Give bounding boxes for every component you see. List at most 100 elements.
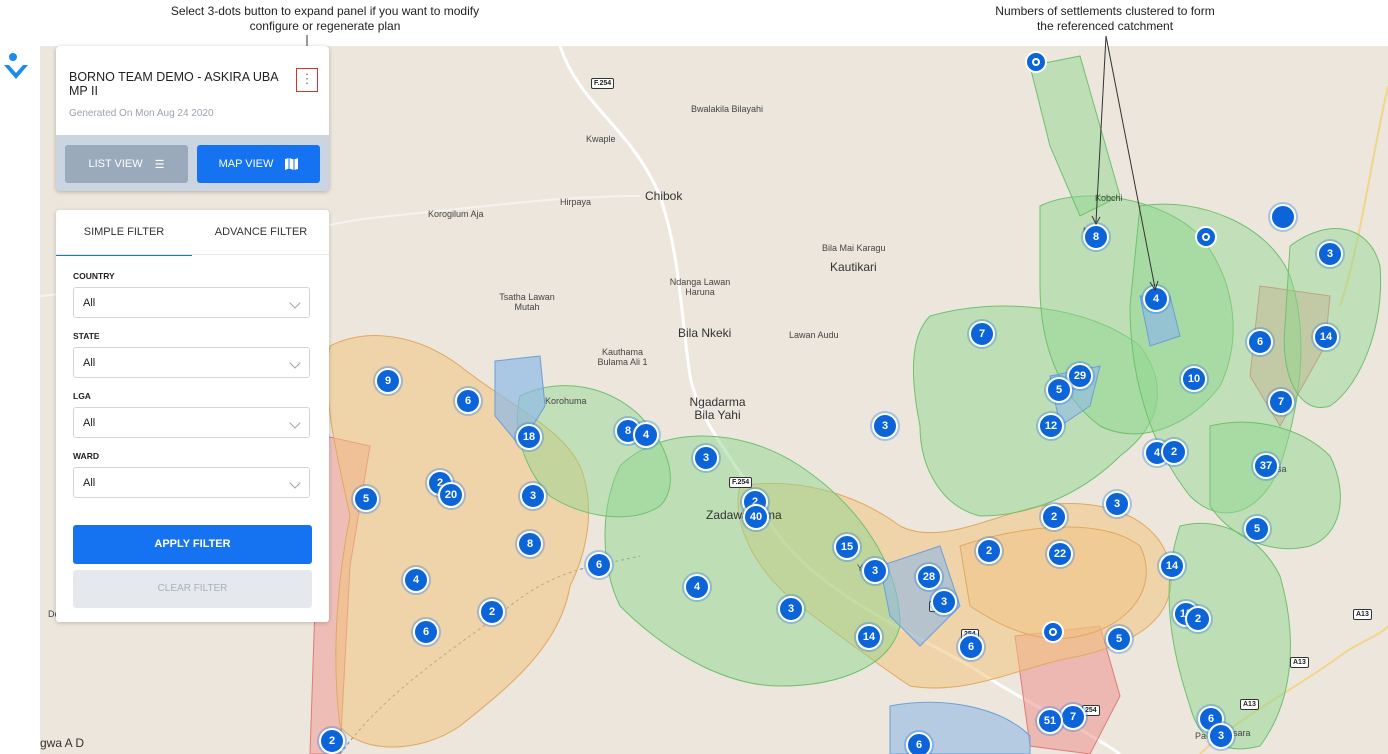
- chevron-down-icon: [289, 297, 301, 309]
- apply-filter-button[interactable]: APPLY FILTER: [73, 525, 312, 564]
- clear-filter-button[interactable]: CLEAR FILTER: [73, 570, 312, 608]
- cluster-marker[interactable]: 3: [1208, 723, 1234, 749]
- map-icon: [285, 158, 299, 170]
- lga-label: LGA: [73, 391, 91, 401]
- cluster-marker[interactable]: 5: [1106, 626, 1132, 652]
- cluster-marker[interactable]: 2: [976, 538, 1002, 564]
- cluster-marker[interactable]: 6: [413, 619, 439, 645]
- cluster-marker[interactable]: 6: [958, 634, 984, 660]
- place-label: Pa: [1195, 731, 1207, 741]
- map-view-button[interactable]: MAP VIEW: [197, 145, 320, 183]
- lga-value: All: [83, 417, 96, 429]
- place-label: Chibok: [645, 189, 683, 203]
- cluster-marker[interactable]: 3: [862, 558, 888, 584]
- plan-panel: BORNO TEAM DEMO - ASKIRA UBA MP II Gener…: [56, 46, 329, 191]
- cluster-marker[interactable]: 5: [353, 486, 379, 512]
- location-pin-icon[interactable]: [1195, 226, 1217, 248]
- cluster-marker[interactable]: 40: [743, 504, 769, 530]
- cluster-marker[interactable]: 7: [1060, 704, 1086, 730]
- cluster-marker[interactable]: 3: [520, 483, 546, 509]
- place-label: Korogilum Aja: [428, 209, 484, 219]
- app-logo-icon: [4, 53, 28, 79]
- place-label: Kautikari: [830, 260, 877, 274]
- chevron-down-icon: [289, 357, 301, 369]
- place-label: Lawan Audu: [789, 330, 839, 340]
- lga-select[interactable]: All: [73, 407, 310, 438]
- cluster-marker[interactable]: 7: [1268, 389, 1294, 415]
- cluster-marker[interactable]: 2: [479, 599, 505, 625]
- cluster-marker[interactable]: 4: [633, 422, 659, 448]
- cluster-marker[interactable]: 6: [586, 552, 612, 578]
- cluster-marker[interactable]: 6: [455, 388, 481, 414]
- state-value: All: [83, 357, 96, 369]
- ward-select[interactable]: All: [73, 467, 310, 498]
- cluster-marker[interactable]: 3: [693, 445, 719, 471]
- place-label: Bila Nkeki: [678, 326, 732, 340]
- list-view-label: LIST VIEW: [88, 158, 143, 170]
- state-select[interactable]: All: [73, 347, 310, 378]
- place-label: gwa A D: [40, 736, 85, 750]
- tab-simple-filter[interactable]: SIMPLE FILTER: [56, 210, 192, 256]
- cluster-marker[interactable]: 14: [856, 624, 882, 650]
- cluster-marker[interactable]: 8: [517, 531, 543, 557]
- cluster-marker[interactable]: 15: [834, 534, 860, 560]
- plan-generated-date: Generated On Mon Aug 24 2020: [69, 108, 214, 119]
- cluster-marker[interactable]: 9: [375, 368, 401, 394]
- cluster-marker[interactable]: 3: [1104, 491, 1130, 517]
- cluster-marker[interactable]: 14: [1159, 553, 1185, 579]
- cluster-marker[interactable]: 6: [1247, 329, 1273, 355]
- place-label: Kauthama Bulama Ali 1: [597, 347, 648, 367]
- cluster-marker[interactable]: 6: [906, 732, 932, 754]
- country-select[interactable]: All: [73, 287, 310, 318]
- place-label: Bwalakila Bilayahi: [691, 104, 764, 114]
- cluster-marker[interactable]: 4: [403, 567, 429, 593]
- cluster-marker[interactable]: 3: [778, 596, 804, 622]
- list-view-button[interactable]: LIST VIEW ☰: [65, 145, 188, 183]
- country-label: COUNTRY: [73, 271, 115, 281]
- place-label: sara: [1233, 728, 1251, 738]
- place-label: Tsatha Lawan Mutah: [499, 292, 555, 312]
- cluster-marker[interactable]: 4: [684, 574, 710, 600]
- cluster-marker[interactable]: 5: [1046, 377, 1072, 403]
- plan-title: BORNO TEAM DEMO - ASKIRA UBA MP II: [69, 70, 278, 98]
- road-label: A13: [1240, 699, 1259, 710]
- place-label: Kwaple: [586, 134, 616, 144]
- cluster-marker[interactable]: 2: [1161, 439, 1187, 465]
- filter-panel: SIMPLE FILTER ADVANCE FILTER COUNTRY All…: [56, 210, 329, 622]
- cluster-marker[interactable]: 4: [1143, 286, 1169, 312]
- cluster-marker[interactable]: 20: [438, 482, 464, 508]
- ward-label: WARD: [73, 451, 99, 461]
- cluster-marker[interactable]: 22: [1047, 541, 1073, 567]
- cluster-marker[interactable]: 10: [1181, 366, 1207, 392]
- tab-advance-filter[interactable]: ADVANCE FILTER: [193, 210, 329, 254]
- cluster-marker[interactable]: 5: [1244, 516, 1270, 542]
- vertical-dots-icon[interactable]: ⋮: [296, 68, 318, 92]
- cluster-marker[interactable]: 28: [916, 564, 942, 590]
- list-icon: ☰: [154, 158, 165, 171]
- cluster-marker[interactable]: 14: [1313, 324, 1339, 350]
- place-label: Hirpaya: [560, 197, 592, 207]
- cluster-marker[interactable]: 37: [1253, 453, 1279, 479]
- location-pin-icon[interactable]: [1025, 51, 1047, 73]
- cluster-marker[interactable]: 18: [516, 424, 542, 450]
- place-label: Ngadarma Bila Yahi: [689, 395, 746, 422]
- state-label: STATE: [73, 331, 100, 341]
- cluster-marker[interactable]: 2: [319, 728, 345, 754]
- chevron-down-icon: [289, 417, 301, 429]
- cluster-marker[interactable]: 51: [1037, 708, 1063, 734]
- cluster-marker[interactable]: 2: [1041, 504, 1067, 530]
- tab-divider: [56, 254, 329, 255]
- cluster-marker[interactable]: 8: [1083, 224, 1109, 250]
- cluster-marker[interactable]: 2: [1185, 606, 1211, 632]
- country-value: All: [83, 297, 96, 309]
- place-label: Ndanga Lawan Haruna: [669, 277, 731, 297]
- cluster-marker[interactable]: 12: [1038, 413, 1064, 439]
- place-label: Bila Mai Karagu: [822, 243, 886, 253]
- location-pin-icon[interactable]: [1042, 621, 1064, 643]
- cluster-marker[interactable]: 3: [872, 413, 898, 439]
- cluster-marker[interactable]: 7: [969, 321, 995, 347]
- cluster-marker[interactable]: 3: [1317, 241, 1343, 267]
- map-view-label: MAP VIEW: [218, 158, 274, 170]
- cluster-marker[interactable]: 3: [931, 589, 957, 615]
- cluster-marker-empty[interactable]: [1270, 204, 1296, 230]
